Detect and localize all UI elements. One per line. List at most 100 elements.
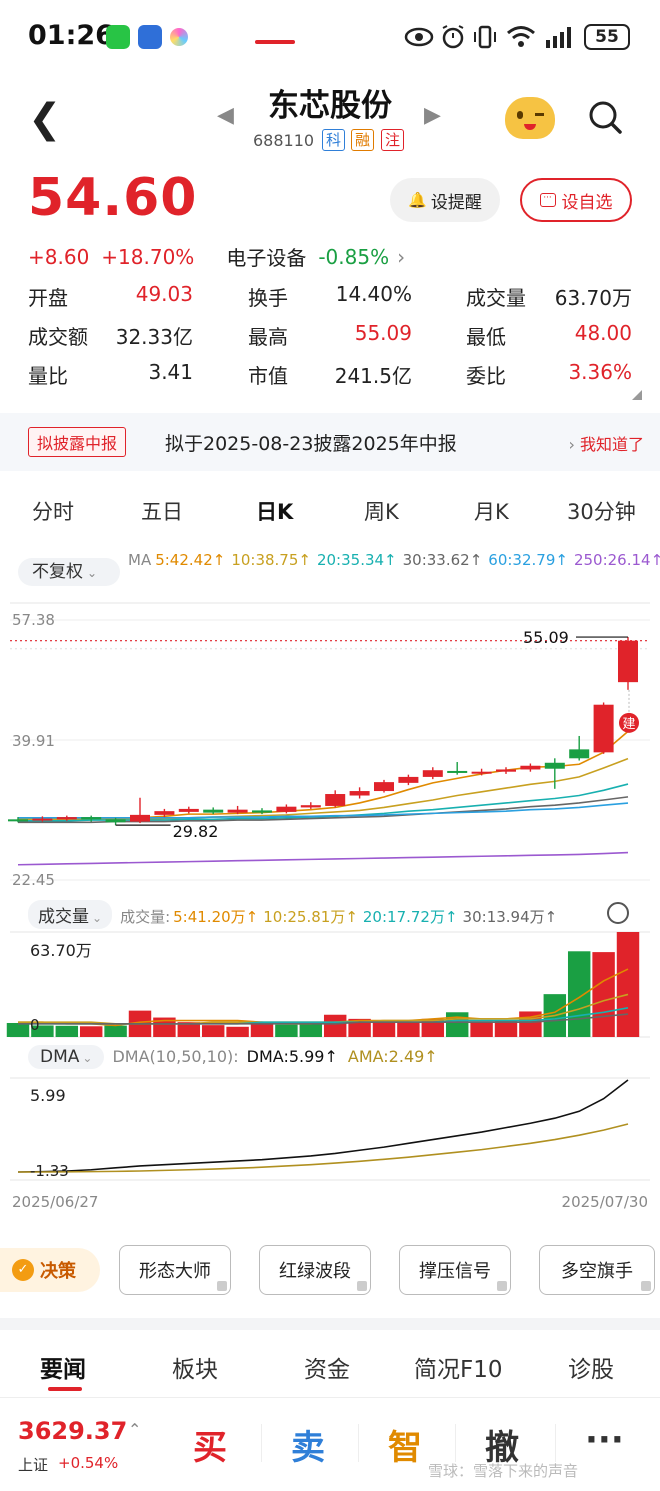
stat-label: 最低: [466, 325, 506, 349]
dma-legend[interactable]: DMA ⌄ DMA(10,50,10): DMA:5.99↑ AMA:2.49↑: [28, 1045, 438, 1069]
search-icon[interactable]: [587, 99, 623, 135]
content-tab[interactable]: 板块: [172, 1350, 218, 1384]
chat-dots-icon: ···: [539, 193, 556, 207]
adjust-select[interactable]: 不复权 ⌄: [18, 558, 120, 586]
volume-zero-label: 0: [30, 1016, 40, 1034]
ma-line: [17, 851, 629, 866]
chevron-right-icon[interactable]: ›: [397, 245, 405, 269]
change-line: +8.60 +18.70% 电子设备 -0.85% ›: [28, 242, 405, 271]
ma-legend[interactable]: MA 5:42.42↑ 10:38.75↑ 20:35.34↑ 30:33.62↑ 60:…: [128, 551, 660, 570]
chevron-down-icon: ⌄: [92, 911, 103, 925]
stock-tag[interactable]: 注: [381, 129, 405, 151]
stat-label: 最高: [248, 325, 288, 349]
settings-gear-icon[interactable]: [607, 902, 629, 924]
volume-select[interactable]: 成交量 ⌄: [28, 900, 113, 929]
volume-bar: [275, 1024, 298, 1037]
period-tab[interactable]: 月K: [474, 496, 509, 526]
ma-value: 30:33.62↑: [402, 551, 483, 569]
period-tab[interactable]: 分时: [32, 496, 74, 526]
volume-bar: [6, 1022, 30, 1037]
wechat-icon: [106, 25, 130, 49]
volume-bar: [299, 1023, 323, 1037]
wifi-icon: [507, 26, 535, 47]
period-tab[interactable]: 周K: [364, 496, 399, 526]
volume-ma-value: 10:25.81万↑: [263, 908, 358, 926]
divider: [261, 1424, 262, 1462]
bell-icon: 🔔: [408, 191, 427, 209]
decision-label: 决策: [40, 1261, 76, 1282]
candle-body: [300, 805, 321, 808]
divider: [455, 1424, 456, 1462]
volume-bar: [250, 1024, 274, 1037]
candle-body: [56, 817, 77, 820]
next-stock-arrow-icon[interactable]: ▶: [424, 103, 441, 128]
chevron-up-icon[interactable]: ⌃: [128, 1420, 141, 1439]
volume-bar: [494, 1020, 518, 1037]
sector-name[interactable]: 电子设备: [226, 242, 306, 271]
stat-label: 量比: [28, 364, 68, 388]
lock-icon: [217, 1281, 227, 1291]
price-axis-bottom: 22.45: [12, 871, 55, 889]
stat-value: 48.00: [574, 321, 632, 345]
volume-max-label: 63.70万: [30, 941, 92, 960]
volume-bar: [445, 1012, 469, 1037]
volume-bar: [323, 1014, 347, 1037]
content-tab[interactable]: 诊股: [568, 1350, 614, 1384]
candle-body: [569, 749, 590, 759]
trade-action-button[interactable]: 智: [388, 1420, 422, 1469]
decision-tool-button[interactable]: 多空旗手: [539, 1245, 655, 1295]
app-icon: [138, 25, 162, 49]
decision-tool-label: 多空旗手: [561, 1261, 633, 1282]
candle-body: [81, 817, 102, 820]
disclosure-dismiss[interactable]: › 我知道了: [569, 431, 645, 455]
section-divider: [0, 1318, 660, 1330]
stock-tag[interactable]: 融: [351, 129, 375, 151]
candle-body: [422, 770, 443, 777]
candle-body: [203, 809, 224, 813]
trade-action-button[interactable]: ···: [585, 1420, 624, 1460]
add-watchlist-button[interactable]: ··· 设自选: [520, 178, 632, 222]
candle-body: [398, 776, 419, 783]
mascot-icon[interactable]: [505, 97, 555, 139]
set-alert-button[interactable]: 🔔 设提醒: [390, 178, 500, 222]
stat-value: 32.33亿: [115, 325, 193, 349]
index-value[interactable]: 3629.37: [18, 1417, 127, 1445]
period-tab[interactable]: 30分钟: [567, 496, 636, 526]
add-watchlist-label: 设自选: [561, 192, 613, 213]
candle-body: [495, 769, 517, 772]
stat-label: 换手: [248, 286, 288, 310]
stat-value: 14.40%: [335, 282, 412, 306]
decision-tool-button[interactable]: 形态大师: [119, 1245, 231, 1295]
ma-value: 250:26.14↑: [573, 551, 660, 569]
decision-badge[interactable]: ✓ 决策: [0, 1248, 100, 1292]
adjust-label: 不复权: [32, 562, 83, 582]
content-tab[interactable]: 要闻: [40, 1350, 86, 1384]
stat-label: 成交量: [466, 286, 526, 310]
trade-action-button[interactable]: 买: [193, 1420, 227, 1469]
stat-value: 3.41: [148, 360, 193, 384]
volume-bar: [592, 952, 615, 1037]
disclosure-text[interactable]: 拟于2025-08-23披露2025年中报: [165, 429, 457, 456]
index-pct: +0.54%: [58, 1454, 119, 1472]
volume-ma-value: 20:17.72万↑: [362, 908, 458, 926]
dma-select[interactable]: DMA ⌄: [28, 1045, 105, 1069]
candle-body: [520, 765, 541, 770]
stat-label: 市值: [248, 364, 288, 388]
ma-value: 60:32.79↑: [488, 551, 568, 569]
current-price: 54.60: [28, 168, 198, 228]
alarm-icon: [442, 25, 464, 49]
sector-pct[interactable]: -0.85%: [318, 245, 389, 269]
stock-tag[interactable]: 科: [322, 129, 346, 151]
decision-tool-button[interactable]: 红绿波段: [259, 1245, 371, 1295]
expand-corner-icon[interactable]: [632, 390, 642, 400]
period-tab[interactable]: 五日: [141, 496, 183, 526]
trade-action-button[interactable]: 卖: [291, 1420, 325, 1469]
price-change: +8.60: [28, 244, 90, 269]
content-tab[interactable]: 资金: [304, 1350, 350, 1384]
decision-tool-button[interactable]: 撑压信号: [399, 1245, 511, 1295]
period-tab[interactable]: 日K: [256, 496, 293, 526]
price-axis-top: 57.38: [12, 611, 55, 629]
content-tab[interactable]: 简况F10: [414, 1350, 503, 1384]
volume-legend[interactable]: 成交量 ⌄ 成交量: 5:41.20万↑ 10:25.81万↑ 20:17.72万↑ 30:…: [28, 900, 648, 929]
dismiss-label: 我知道了: [579, 435, 644, 454]
